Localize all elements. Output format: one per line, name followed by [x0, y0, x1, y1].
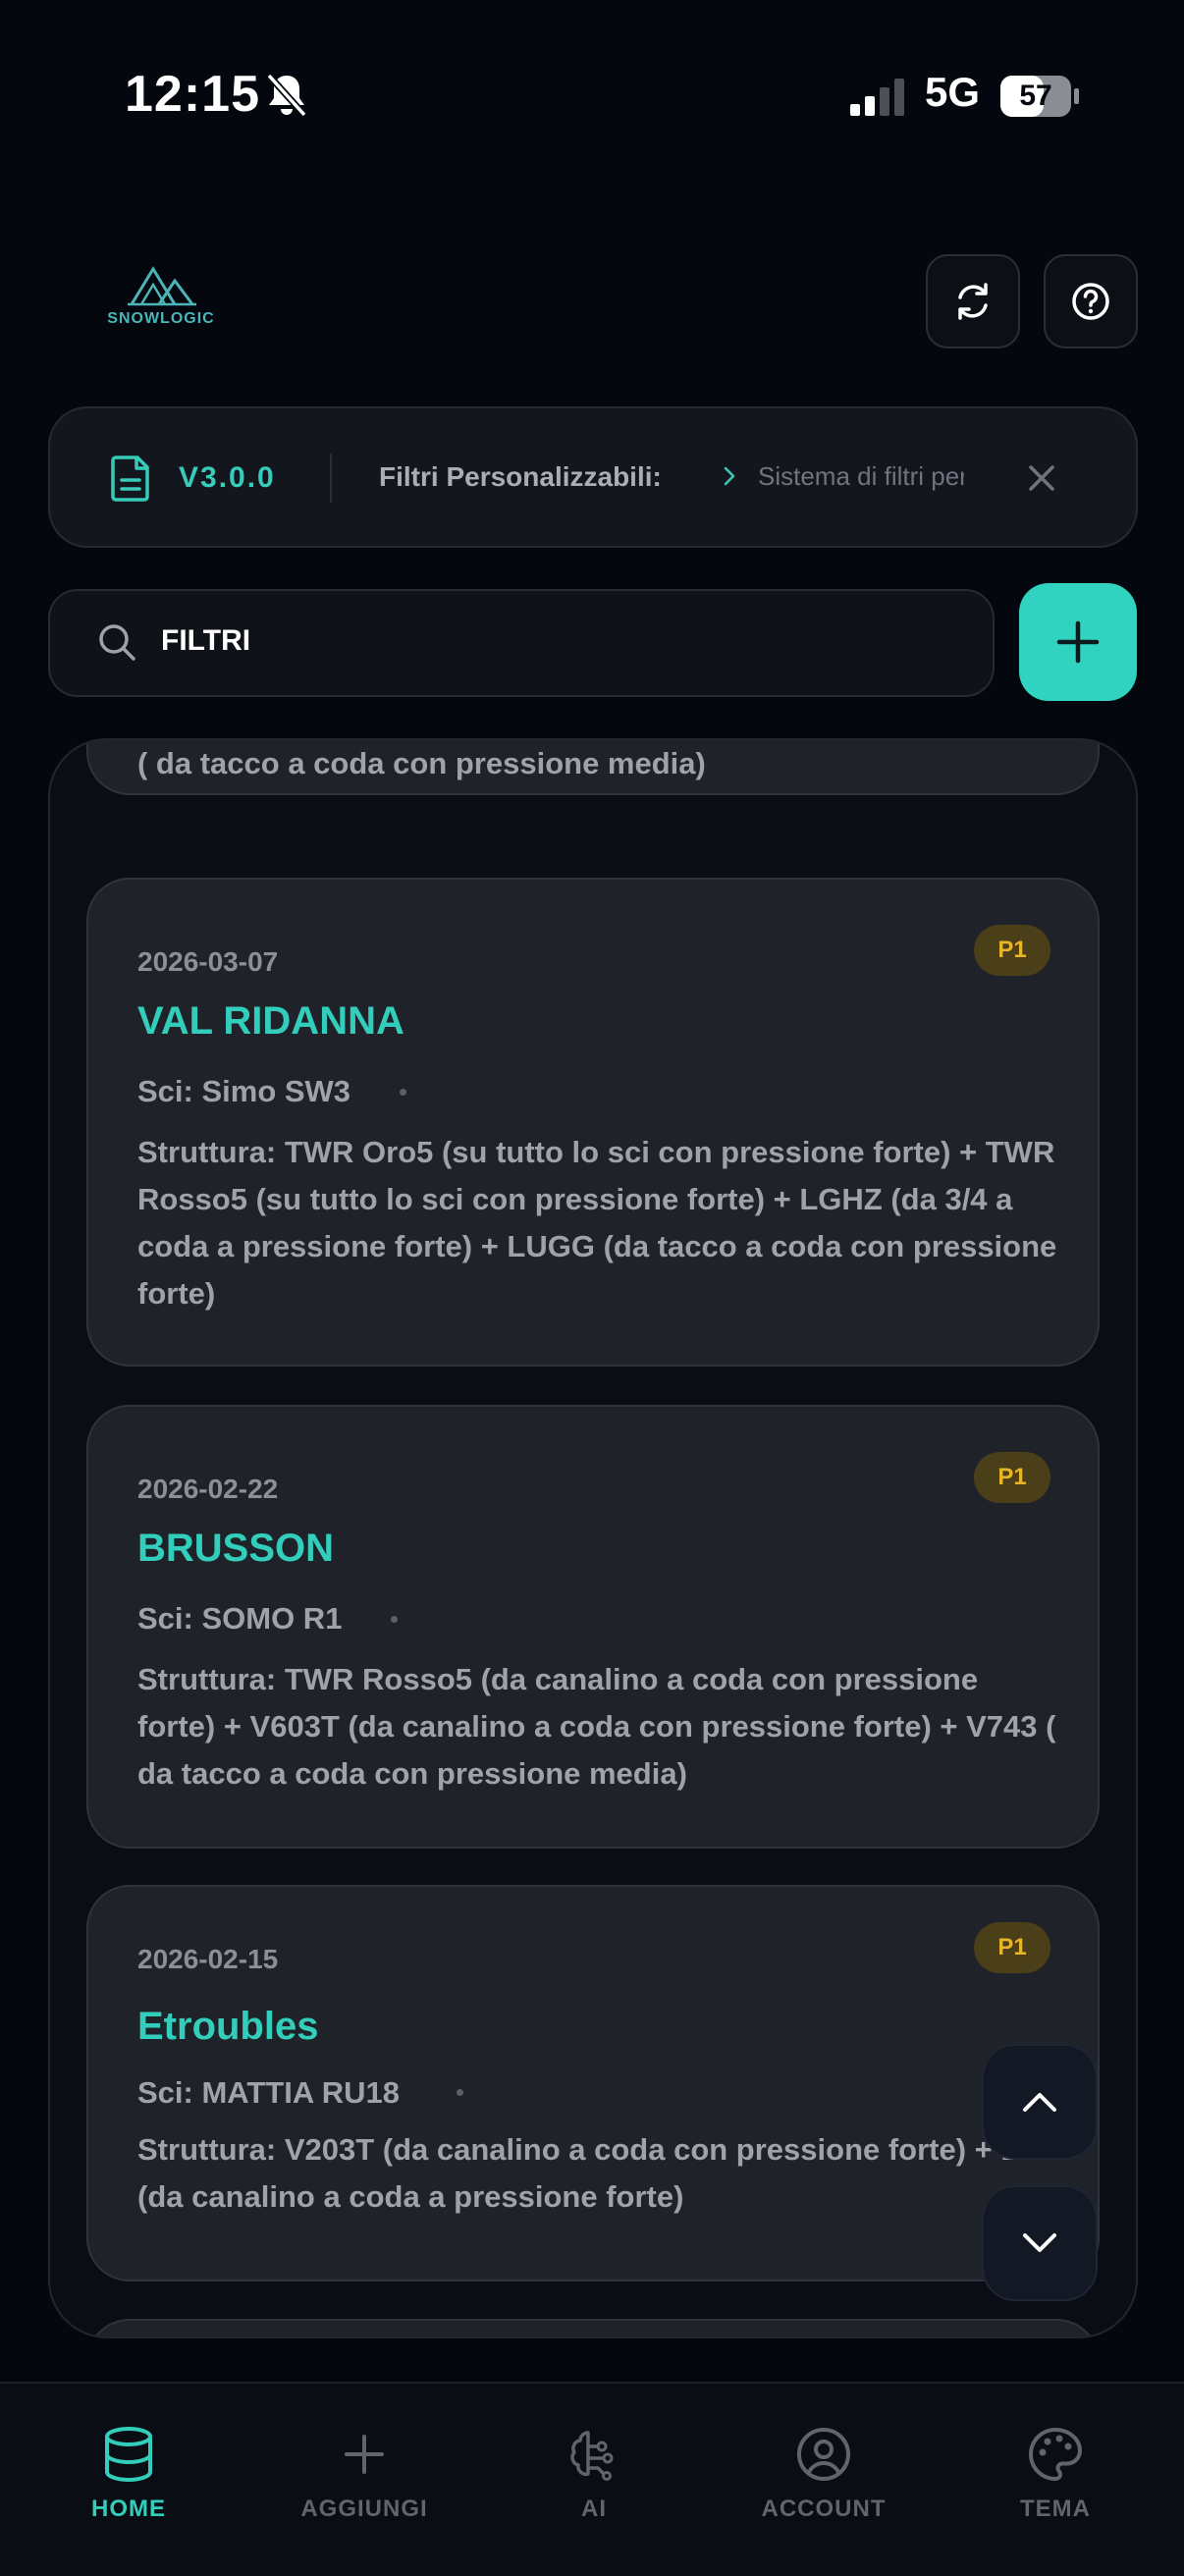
- version-label: V3.0.0: [179, 461, 276, 494]
- nav-label: TEMA: [1020, 2496, 1091, 2522]
- entries-list[interactable]: ( da tacco a coda con pressione media) 2…: [48, 738, 1138, 2338]
- separator-dot: [400, 1089, 406, 1096]
- separator-dot: [457, 2089, 463, 2096]
- chevron-up-icon: [1023, 2093, 1056, 2112]
- search-icon: [99, 624, 135, 661]
- banner-title: Filtri Personalizzabili:: [379, 461, 662, 492]
- nav-label: ACCOUNT: [761, 2496, 887, 2522]
- separator-dot: [391, 1616, 398, 1623]
- signal-icon: [850, 79, 904, 116]
- entry-card[interactable]: 2026-02-15 P1 Etroubles Sci: MATTIA RU18…: [86, 1885, 1100, 2281]
- scroll-down-button[interactable]: [982, 2185, 1098, 2301]
- entry-date: 2026-03-07: [137, 946, 279, 977]
- chevron-right-icon: [724, 466, 735, 486]
- close-icon[interactable]: [1023, 459, 1060, 497]
- add-button[interactable]: [1019, 583, 1137, 701]
- entry-structure: Struttura: V203T (da canalino a coda con…: [137, 2132, 1056, 2214]
- entry-structure: ( da tacco a coda con pressione media): [137, 746, 706, 780]
- banner-divider: [330, 454, 332, 503]
- network-label: 5G: [925, 69, 981, 115]
- refresh-icon: [958, 283, 988, 320]
- priority-badge: P1: [974, 1922, 1050, 1973]
- nav-ai[interactable]: AI: [496, 2425, 692, 2523]
- entry-date: 2026-02-22: [137, 1474, 279, 1504]
- banner-message: Sistema di filtri personalizzabili: [758, 461, 964, 491]
- chevron-down-icon: [1023, 2233, 1056, 2252]
- entry-title: BRUSSON: [137, 1527, 335, 1570]
- plus-icon: [345, 2435, 384, 2474]
- priority-badge: P1: [974, 1452, 1050, 1503]
- entry-structure: Struttura: TWR Rosso5 (da canalino a cod…: [137, 1662, 1056, 1791]
- nav-account[interactable]: ACCOUNT: [726, 2425, 922, 2523]
- nav-label: AI: [581, 2496, 607, 2522]
- nav-tema[interactable]: TEMA: [957, 2425, 1154, 2523]
- document-icon: [111, 456, 149, 502]
- help-icon: [1072, 283, 1109, 320]
- entry-ski: Sci: Simo SW3: [137, 1074, 351, 1108]
- entry-card-partial[interactable]: [86, 2319, 1100, 2336]
- entry-card-partial[interactable]: ( da tacco a coda con pressione media): [86, 740, 1100, 795]
- entry-card[interactable]: 2026-02-22 P1 BRUSSON Sci: SOMO R1 Strut…: [86, 1405, 1100, 1849]
- battery-level: 57: [1019, 80, 1052, 112]
- database-icon: [105, 2427, 152, 2483]
- nav-aggiungi[interactable]: AGGIUNGI: [266, 2425, 462, 2523]
- entry-date: 2026-02-15: [137, 1944, 279, 1974]
- entry-structure: Struttura: TWR Oro5 (su tutto lo sci con…: [137, 1135, 1057, 1311]
- battery-icon: 57: [999, 75, 1080, 118]
- entry-ski: Sci: SOMO R1: [137, 1601, 343, 1636]
- plus-icon: [1056, 620, 1100, 664]
- palette-icon: [1029, 2428, 1082, 2481]
- scroll-up-button[interactable]: [982, 2044, 1098, 2160]
- priority-badge: P1: [974, 925, 1050, 976]
- user-circle-icon: [797, 2428, 850, 2481]
- help-button[interactable]: [1044, 254, 1138, 349]
- refresh-button[interactable]: [926, 254, 1020, 349]
- logo-text: SNOWLOGIC: [107, 310, 215, 327]
- entry-card[interactable]: 2026-03-07 P1 VAL RIDANNA Sci: Simo SW3 …: [86, 878, 1100, 1367]
- search-value: FILTRI: [161, 624, 251, 657]
- nav-label: HOME: [91, 2496, 166, 2522]
- nav-label: AGGIUNGI: [300, 2496, 428, 2522]
- bell-off-icon: [266, 73, 307, 118]
- nav-home[interactable]: HOME: [30, 2425, 227, 2523]
- entry-ski: Sci: MATTIA RU18: [137, 2075, 400, 2110]
- brain-icon: [570, 2431, 614, 2481]
- entry-title: Etroubles: [137, 2005, 319, 2048]
- status-time: 12:15: [125, 66, 260, 123]
- entry-title: VAL RIDANNA: [137, 999, 404, 1043]
